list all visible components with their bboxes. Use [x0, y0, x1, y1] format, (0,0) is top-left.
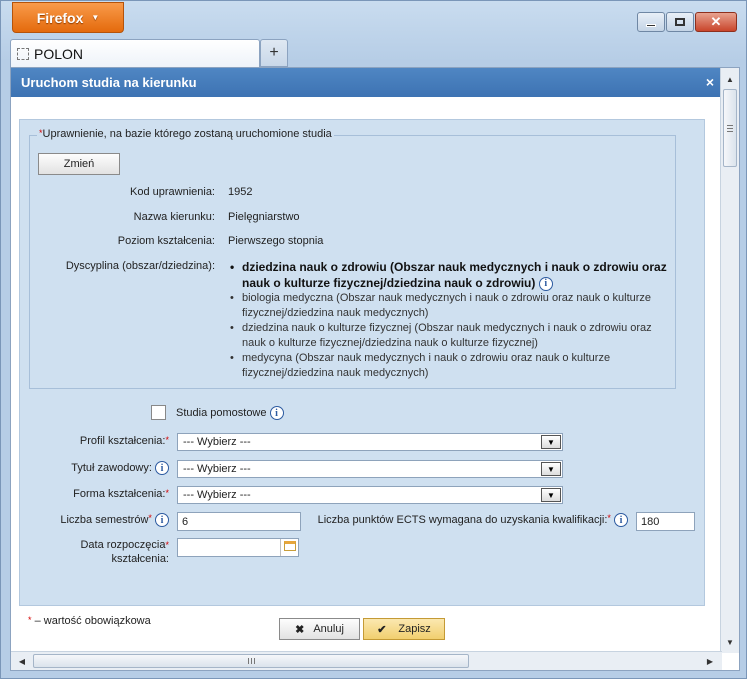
- grip-icon: [727, 124, 733, 132]
- info-icon[interactable]: i: [538, 276, 553, 291]
- info-icon[interactable]: i: [269, 406, 284, 420]
- required-note: * – wartość obowiązkowa: [28, 615, 151, 627]
- field-name-label: Nazwa kierunku:: [133, 211, 215, 223]
- form-panel: *Uprawnienie, na bazie którego zostaną u…: [19, 119, 705, 606]
- list-item: dziedzina nauk o zdrowiu (Obszar nauk me…: [228, 259, 668, 291]
- start-date-input[interactable]: [177, 538, 299, 557]
- dialog-body: *Uprawnienie, na bazie którego zostaną u…: [11, 97, 722, 653]
- horizontal-scrollbar[interactable]: ◀ ▶: [11, 651, 722, 670]
- tab-title: POLON: [34, 45, 84, 62]
- dropdown-arrow-icon[interactable]: ▼: [541, 462, 561, 476]
- info-icon[interactable]: i: [155, 461, 169, 475]
- discipline-label: Dyscyplina (obszar/dziedzina):: [65, 260, 215, 272]
- save-button[interactable]: ✔ Zapisz: [363, 618, 445, 640]
- level-value: Pierwszego stopnia: [228, 235, 324, 247]
- calendar-button[interactable]: [280, 539, 298, 556]
- calendar-icon: [283, 541, 296, 551]
- bridging-studies-label: Studia pomostowe i: [176, 406, 284, 420]
- code-label: Kod uprawnienia:: [129, 186, 215, 198]
- minimize-icon: [646, 23, 656, 27]
- dialog-title-bar: Uruchom studia na kierunku ×: [11, 68, 722, 97]
- semesters-input[interactable]: 6: [177, 512, 301, 531]
- dropdown-arrow-icon[interactable]: ▼: [541, 435, 561, 449]
- scroll-thumb[interactable]: [723, 89, 737, 167]
- permission-legend: *Uprawnienie, na bazie którego zostaną u…: [37, 128, 334, 140]
- maximize-icon: [675, 18, 685, 26]
- check-icon: ✔: [377, 623, 387, 636]
- firefox-menu-button[interactable]: Firefox ▼: [12, 2, 124, 33]
- title-label: Tytuł zawodowy: i: [20, 461, 169, 475]
- browser-window: Firefox ▼ ✕ POLON + Uruchom studia na ki…: [0, 0, 747, 679]
- close-icon: ✕: [710, 14, 722, 29]
- tab-polon[interactable]: POLON: [10, 39, 260, 67]
- ects-input[interactable]: 180: [636, 512, 695, 531]
- level-label: Poziom kształcenia:: [117, 235, 215, 247]
- dropdown-arrow-icon[interactable]: ▼: [541, 488, 561, 502]
- page-content: Uruchom studia na kierunku × *Uprawnieni…: [10, 67, 740, 671]
- app-name: Firefox: [36, 9, 84, 26]
- cancel-button[interactable]: ✖ Anuluj: [279, 618, 360, 640]
- chevron-down-icon: ▼: [91, 13, 100, 22]
- window-controls: ✕: [637, 12, 737, 32]
- field-name-value: Pielęgniarstwo: [228, 211, 300, 223]
- vertical-scrollbar[interactable]: ▲ ▼: [720, 68, 739, 653]
- scroll-thumb[interactable]: [33, 654, 469, 668]
- cross-icon: ✖: [295, 623, 305, 636]
- info-icon[interactable]: i: [155, 513, 169, 527]
- scroll-up-arrow-icon[interactable]: ▲: [721, 70, 739, 88]
- study-form-select[interactable]: --- Wybierz --- ▼: [177, 486, 563, 504]
- discipline-list: dziedzina nauk o zdrowiu (Obszar nauk me…: [228, 259, 668, 381]
- scroll-left-arrow-icon[interactable]: ◀: [13, 652, 31, 670]
- change-permission-button[interactable]: Zmień: [38, 153, 120, 175]
- minimize-button[interactable]: [637, 12, 665, 32]
- bridging-studies-checkbox[interactable]: [151, 405, 166, 420]
- dialog-close-icon[interactable]: ×: [706, 74, 714, 90]
- profile-select[interactable]: --- Wybierz --- ▼: [177, 433, 563, 451]
- grip-icon: [247, 658, 255, 664]
- list-item: medycyna (Obszar nauk medycznych i nauk …: [228, 351, 668, 381]
- page-icon: [17, 47, 29, 60]
- list-item: biologia medyczna (Obszar nauk medycznyc…: [228, 291, 668, 321]
- semesters-label: Liczba semestrów* i: [20, 513, 169, 527]
- code-value: 1952: [228, 186, 253, 198]
- professional-title-select[interactable]: --- Wybierz --- ▼: [177, 460, 563, 478]
- start-date-label: Data rozpoczęcia* kształcenia:: [80, 539, 169, 565]
- profile-label: Profil kształcenia:*: [79, 435, 169, 447]
- permission-fieldset: *Uprawnienie, na bazie którego zostaną u…: [29, 128, 676, 389]
- maximize-button[interactable]: [666, 12, 694, 32]
- ects-label: Liczba punktów ECTS wymagana do uzyskani…: [310, 513, 628, 527]
- new-tab-button[interactable]: +: [260, 39, 288, 67]
- info-icon[interactable]: i: [614, 513, 628, 527]
- scroll-down-arrow-icon[interactable]: ▼: [721, 633, 739, 651]
- scroll-right-arrow-icon[interactable]: ▶: [701, 652, 719, 670]
- dialog-title: Uruchom studia na kierunku: [21, 75, 197, 90]
- plus-icon: +: [269, 44, 279, 61]
- form-label: Forma kształcenia:*: [73, 488, 169, 500]
- close-window-button[interactable]: ✕: [695, 12, 737, 32]
- list-item: dziedzina nauk o kulturze fizycznej (Obs…: [228, 321, 668, 351]
